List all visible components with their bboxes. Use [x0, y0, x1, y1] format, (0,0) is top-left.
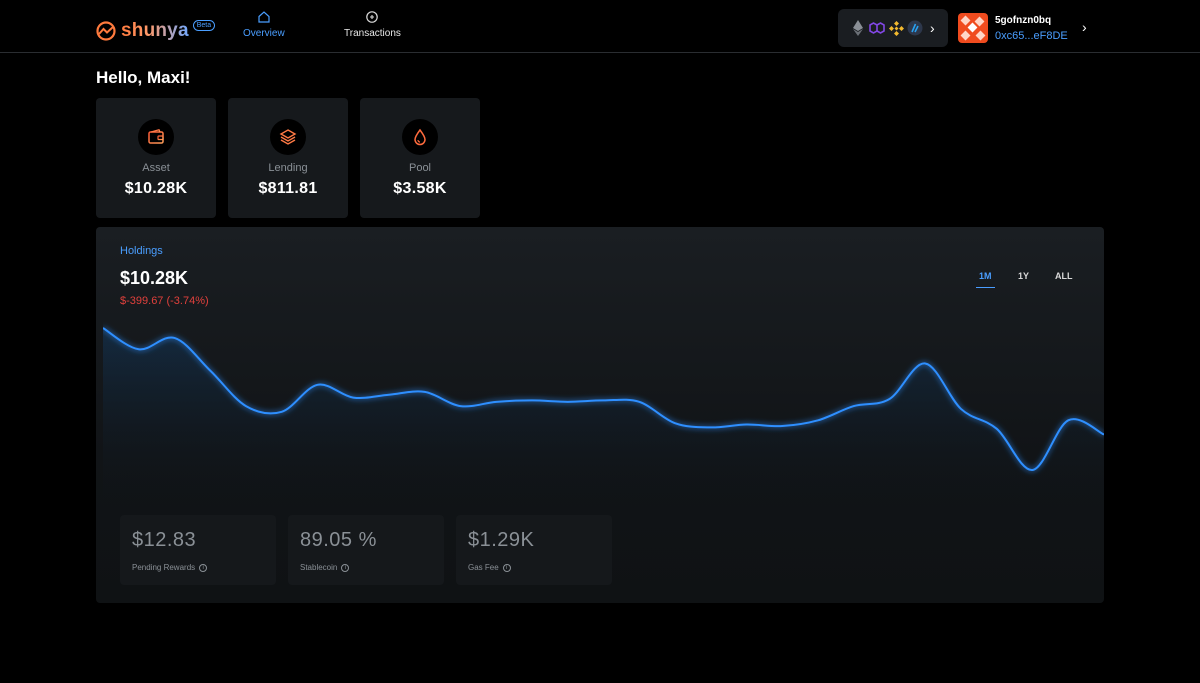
lending-value: $811.81: [258, 180, 318, 197]
holdings-panel: Holdings $10.28K $-399.67 (-3.74%) 1M 1Y…: [96, 227, 1104, 603]
asset-card[interactable]: Asset $10.28K: [96, 98, 216, 218]
stablecoin-row: Stablecoin i: [300, 563, 350, 572]
asset-value: $10.28K: [124, 180, 188, 197]
chevron-right-icon[interactable]: ›: [1082, 19, 1087, 35]
asset-label: Asset: [142, 162, 170, 174]
drop-icon: [402, 119, 438, 155]
gas-fee-value: $1.29K: [468, 529, 535, 551]
pending-rewards-value: $12.83: [132, 529, 197, 551]
lending-card[interactable]: Lending $811.81: [228, 98, 348, 218]
gas-fee-label: Gas Fee: [468, 563, 499, 572]
nav-transactions-label: Transactions: [344, 28, 401, 39]
pending-rewards-card: $12.83 Pending Rewards i: [120, 515, 276, 585]
lending-label: Lending: [268, 162, 308, 174]
pool-card[interactable]: Pool $3.58K: [360, 98, 480, 218]
brand-name: shunya: [121, 20, 189, 41]
holdings-chart[interactable]: [103, 318, 1104, 518]
pending-rewards-row: Pending Rewards i: [132, 563, 208, 572]
chart-area-fill: [103, 328, 1104, 518]
chain-selector[interactable]: ›: [838, 9, 948, 47]
arbitrum-icon: [907, 20, 923, 36]
greeting: Hello, Maxi!: [96, 68, 191, 87]
pending-rewards-label: Pending Rewards: [132, 563, 196, 572]
info-icon[interactable]: i: [199, 563, 208, 572]
beta-badge: Beta: [192, 19, 216, 31]
polygon-icon: [869, 20, 885, 36]
layers-icon: [270, 119, 306, 155]
pool-value: $3.58K: [393, 180, 447, 197]
account-name: 5gofnzn0bq: [995, 14, 1052, 26]
info-icon[interactable]: i: [502, 563, 511, 572]
nav-transactions[interactable]: Transactions: [344, 10, 401, 39]
stablecoin-card: 89.05 % Stablecoin i: [288, 515, 444, 585]
account-widget[interactable]: 5gofnzn0bq 0xc65...eF8DE ›: [958, 13, 1087, 43]
ethereum-icon: [850, 20, 866, 36]
brand-logo[interactable]: shunya Beta: [96, 19, 216, 42]
nav-overview-label: Overview: [243, 28, 285, 39]
holdings-change: $-399.67 (-3.74%): [120, 295, 209, 307]
avatar: [958, 13, 988, 43]
account-address[interactable]: 0xc65...eF8DE: [995, 30, 1068, 42]
home-icon: [258, 11, 270, 23]
holdings-value: $10.28K: [120, 268, 189, 288]
history-icon: [366, 11, 379, 23]
holdings-title: Holdings: [120, 245, 163, 257]
gas-fee-row: Gas Fee i: [468, 563, 511, 572]
pool-label: Pool: [408, 162, 432, 174]
stablecoin-value: 89.05 %: [300, 529, 377, 551]
range-1m-tab[interactable]: 1M: [976, 271, 995, 288]
top-bar: shunya Beta Overview Transactions › 5gof…: [0, 0, 1200, 53]
range-1y-tab[interactable]: 1Y: [1018, 271, 1029, 281]
info-icon[interactable]: i: [341, 563, 350, 572]
range-all-tab[interactable]: ALL: [1055, 271, 1073, 281]
stablecoin-label: Stablecoin: [300, 563, 338, 572]
shunya-logo-icon: [96, 21, 116, 41]
nav-overview[interactable]: Overview: [243, 10, 285, 39]
chevron-right-icon: ›: [930, 20, 935, 36]
bnb-icon: [888, 20, 904, 36]
gas-fee-card: $1.29K Gas Fee i: [456, 515, 612, 585]
wallet-icon: [138, 119, 174, 155]
